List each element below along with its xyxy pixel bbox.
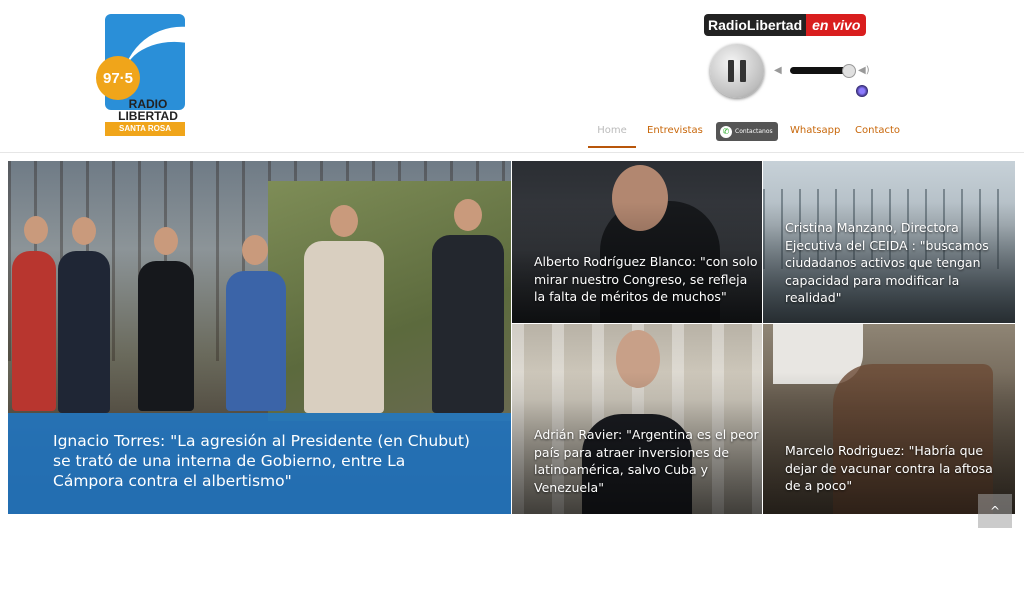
article-card[interactable]: Cristina Manzano, Directora Ejecutiva de… [763, 161, 1015, 323]
site-header: 97·5 RADIO LIBERTAD SANTA ROSA RadioLibe… [0, 0, 1024, 153]
chevron-up-icon: ^ [989, 504, 1001, 518]
volume-slider-handle[interactable] [842, 64, 856, 78]
volume-low-icon[interactable]: ◀ [774, 65, 782, 76]
article-card[interactable]: Adrián Ravier: "Argentina es el peor paí… [512, 324, 762, 514]
live-badge: en vivo [806, 14, 867, 36]
nav-contacto[interactable]: Contacto [855, 118, 900, 146]
volume-high-icon[interactable]: ◀) [858, 65, 870, 76]
article-title[interactable]: Marcelo Rodriguez: "Habría que dejar de … [785, 442, 1010, 495]
featured-caption-box: Ignacio Torres: "La agresión al Presiden… [8, 413, 511, 514]
article-title[interactable]: Adrián Ravier: "Argentina es el peor paí… [534, 426, 759, 496]
player-brand-name: RadioLibertad [704, 14, 807, 36]
stream-status-icon [856, 85, 868, 97]
article-card[interactable]: Marcelo Rodriguez: "Habría que dejar de … [763, 324, 1015, 514]
player-brand: RadioLibertad en vivo [704, 14, 867, 36]
article-title[interactable]: Ignacio Torres: "La agresión al Presiden… [53, 431, 473, 491]
article-card[interactable]: Alberto Rodríguez Blanco: "con solo mira… [512, 161, 762, 323]
featured-article[interactable]: Ignacio Torres: "La agresión al Presiden… [8, 161, 511, 514]
pause-button[interactable] [710, 44, 764, 98]
whatsapp-icon: ✆ [720, 125, 732, 138]
article-title[interactable]: Cristina Manzano, Directora Ejecutiva de… [785, 219, 1010, 307]
logo-name: RADIO LIBERTAD [118, 97, 178, 123]
article-title[interactable]: Alberto Rodríguez Blanco: "con solo mira… [534, 253, 759, 306]
logo-city: SANTA ROSA [105, 122, 185, 136]
nav-whatsapp[interactable]: Whatsapp [790, 118, 840, 146]
site-logo[interactable]: 97·5 RADIO LIBERTAD SANTA ROSA [96, 14, 186, 138]
scroll-top-button[interactable]: ^ [978, 494, 1012, 528]
nav-home[interactable]: Home [588, 118, 636, 148]
logo-frequency: 97·5 [96, 56, 140, 100]
whatsapp-button-label: Contactanos [735, 128, 773, 135]
whatsapp-contact-button[interactable]: ✆ Contactanos [716, 122, 778, 141]
nav-entrevistas[interactable]: Entrevistas [647, 118, 703, 146]
